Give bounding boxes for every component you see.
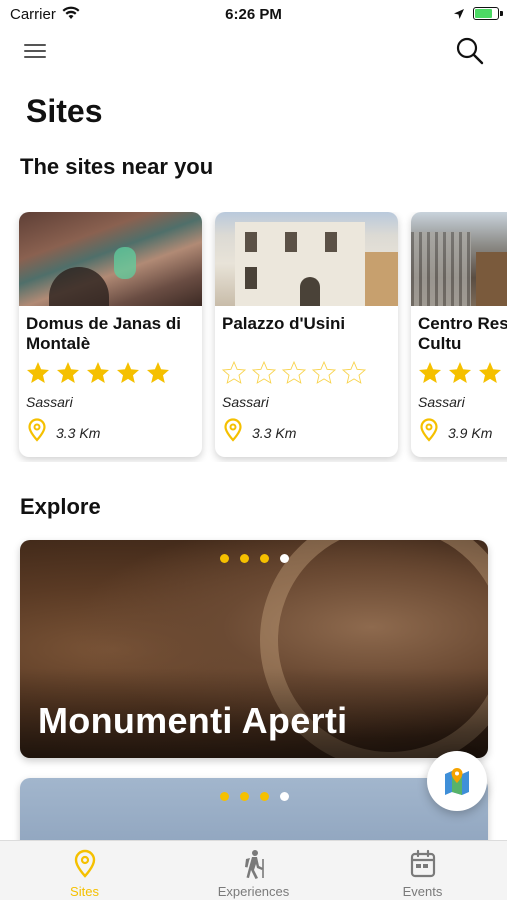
tab-sites[interactable]: Sites xyxy=(0,841,169,900)
star-filled-icon xyxy=(117,362,139,383)
carousel-dot[interactable] xyxy=(220,792,229,801)
site-distance: 3.3 Km xyxy=(56,425,101,441)
site-photo xyxy=(19,212,202,306)
location-pin-icon xyxy=(420,418,438,442)
battery-icon xyxy=(473,7,503,20)
hiker-icon xyxy=(245,850,264,879)
site-card[interactable]: Palazzo d'Usini Sassari 3.3 Km xyxy=(215,212,398,457)
explore-heading: Explore xyxy=(20,494,101,519)
location-pin-icon xyxy=(28,418,46,442)
star-filled-icon xyxy=(27,362,49,383)
star-filled-icon xyxy=(147,362,169,383)
banner-title: Monumenti Aperti xyxy=(38,700,348,741)
page-title: Sites xyxy=(26,93,103,129)
carousel-dot[interactable] xyxy=(280,554,289,563)
site-photo xyxy=(411,212,507,306)
site-city: Sassari xyxy=(418,394,465,410)
site-card[interactable]: Domus de Janas di Montalè Sassari 3.3 Km xyxy=(19,212,202,457)
star-filled-icon xyxy=(479,362,501,383)
site-name: Domus de Janas di Montalè xyxy=(26,314,181,353)
site-name: Centro Res Beni Cultu xyxy=(418,314,507,353)
site-city: Sassari xyxy=(222,394,269,410)
star-filled-icon xyxy=(419,362,441,383)
star-rating xyxy=(417,360,507,386)
site-distance: 3.3 Km xyxy=(252,425,297,441)
near-sites-carousel[interactable]: Domus de Janas di Montalè Sassari 3.3 Km… xyxy=(0,212,507,462)
star-empty-icon xyxy=(311,360,337,384)
location-pin-icon xyxy=(74,849,96,878)
location-arrow-icon xyxy=(453,7,465,25)
site-city: Sassari xyxy=(26,394,73,410)
star-empty-icon xyxy=(221,360,247,384)
carousel-dot[interactable] xyxy=(240,792,249,801)
explore-banner[interactable]: Monumenti Aperti xyxy=(20,540,488,758)
location-pin-icon xyxy=(224,418,242,442)
carousel-dot[interactable] xyxy=(240,554,249,563)
carousel-dots xyxy=(220,792,289,801)
tab-label: Experiences xyxy=(217,884,290,899)
site-name: Palazzo d'Usini xyxy=(222,314,346,333)
carousel-dot[interactable] xyxy=(260,554,269,563)
star-filled-icon xyxy=(57,362,79,383)
site-photo xyxy=(215,212,398,306)
site-distance: 3.9 Km xyxy=(448,425,493,441)
star-empty-icon xyxy=(341,360,367,384)
map-button[interactable] xyxy=(427,751,487,811)
search-icon[interactable] xyxy=(455,36,485,66)
star-filled-icon xyxy=(87,362,109,383)
tab-label: Events xyxy=(402,884,443,899)
carousel-dots xyxy=(220,554,289,563)
carousel-dot[interactable] xyxy=(260,792,269,801)
star-rating xyxy=(221,360,367,386)
site-card[interactable]: Centro Res Beni Cultu Sassari 3.9 Km xyxy=(411,212,507,457)
star-empty-icon xyxy=(281,360,307,384)
star-rating xyxy=(25,360,171,386)
carousel-dot[interactable] xyxy=(280,792,289,801)
calendar-icon xyxy=(410,849,436,878)
tab-experiences[interactable]: Experiences xyxy=(169,841,338,900)
near-sites-heading: The sites near you xyxy=(20,154,214,179)
tab-label: Sites xyxy=(70,884,99,899)
carousel-dot[interactable] xyxy=(220,554,229,563)
star-filled-icon xyxy=(449,362,471,383)
map-icon xyxy=(445,768,469,795)
hamburger-menu-icon[interactable] xyxy=(22,40,50,64)
star-empty-icon xyxy=(251,360,277,384)
status-time: 6:26 PM xyxy=(225,6,282,23)
status-bar: Carrier 6:26 PM xyxy=(0,0,507,30)
tab-events[interactable]: Events xyxy=(338,841,507,900)
tab-bar: Sites Experiences Events xyxy=(0,840,507,900)
